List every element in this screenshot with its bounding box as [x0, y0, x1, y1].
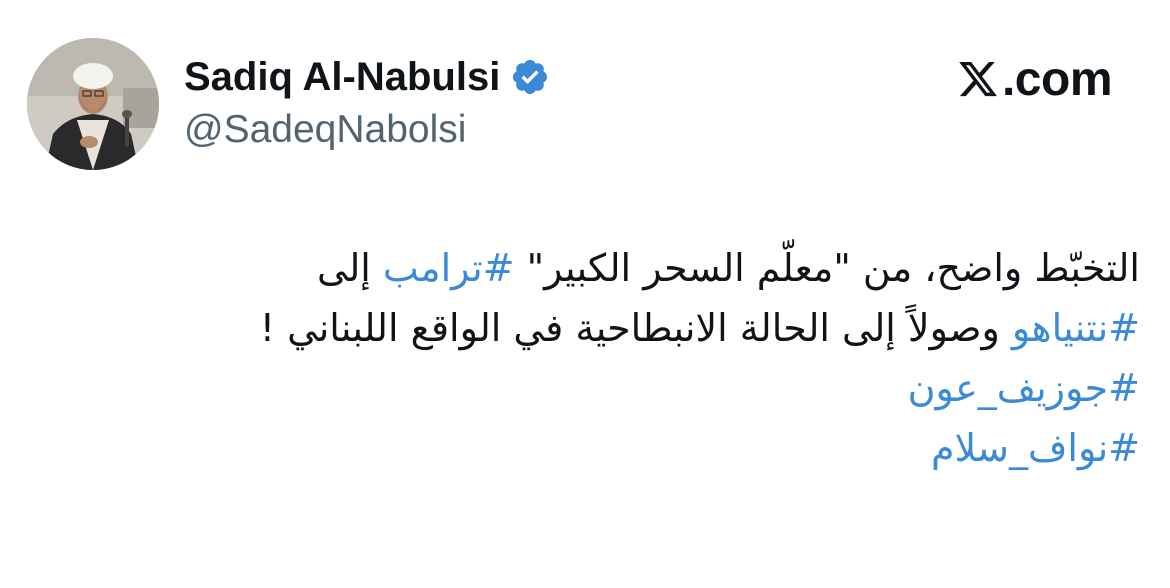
- brand-watermark: .com: [956, 52, 1113, 106]
- author-handle[interactable]: @SadeqNabolsi: [184, 108, 466, 152]
- display-name[interactable]: Sadiq Al-Nabulsi: [184, 55, 500, 100]
- tweet-line-4: #نواف_سلام: [30, 418, 1140, 478]
- tweet-line-2: #نتنياهو وصولاً إلى الحالة الانبطاحية في…: [30, 298, 1140, 358]
- author-name-row: Sadiq Al-Nabulsi: [184, 52, 550, 102]
- tweet-text: التخبّط واضح، من "معلّم السحر الكبير" #ت…: [30, 238, 1140, 478]
- x-logo-icon: [959, 61, 997, 97]
- tweet-text-segment: التخبّط واضح، من "معلّم السحر الكبير": [514, 246, 1140, 290]
- tweet-line-1: التخبّط واضح، من "معلّم السحر الكبير" #ت…: [30, 238, 1140, 298]
- tweet-text-segment: وصولاً إلى الحالة الانبطاحية في الواقع ا…: [259, 306, 1012, 350]
- hashtag-netanyahu[interactable]: #نتنياهو: [1012, 306, 1140, 350]
- tweet-text-segment: إلى: [317, 246, 383, 290]
- verified-badge-icon: [513, 59, 548, 95]
- avatar[interactable]: [27, 38, 159, 170]
- hashtag-joseph-aoun[interactable]: #جوزيف_عون: [908, 366, 1140, 410]
- brand-text: .com: [1001, 52, 1113, 106]
- hashtag-trump[interactable]: #ترامب: [383, 246, 515, 290]
- tweet-line-3: #جوزيف_عون: [30, 358, 1140, 418]
- tweet-card: Sadiq Al-Nabulsi @SadeqNabolsi .com التخ…: [0, 0, 1170, 588]
- hashtag-nawaf-salam[interactable]: #نواف_سلام: [931, 426, 1140, 470]
- avatar-photo: [27, 38, 159, 170]
